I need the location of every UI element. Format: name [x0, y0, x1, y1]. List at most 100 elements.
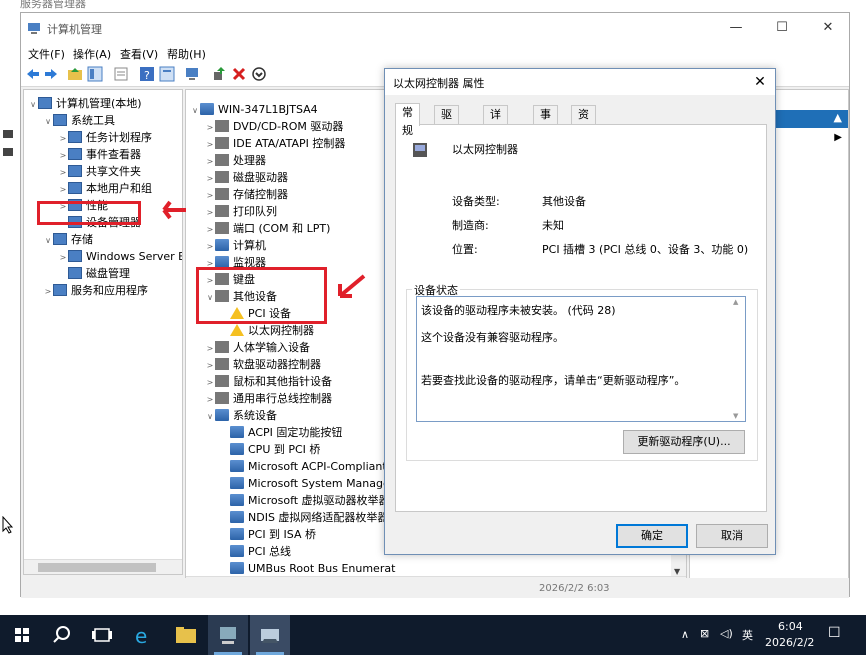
task-view-icon[interactable]	[82, 615, 122, 655]
device-tree-item[interactable]: UMBus Root Bus Enumerat	[220, 560, 395, 577]
collapsed-chevron-icon[interactable]: >	[205, 357, 215, 374]
ok-button[interactable]: 确定	[616, 524, 688, 548]
tab-details[interactable]: 详细信息	[483, 105, 508, 175]
device-tree-item[interactable]: Microsoft System Managem	[220, 475, 400, 492]
collapsed-chevron-icon[interactable]: >	[58, 130, 68, 147]
help-icon[interactable]: ?	[139, 66, 155, 82]
scroll-down-icon[interactable]: ▼	[674, 567, 680, 576]
device-tree-item[interactable]: CPU 到 PCI 桥	[220, 441, 320, 458]
back-arrow-icon[interactable]	[25, 66, 41, 82]
device-tree-item[interactable]: > 磁盘驱动器	[205, 169, 288, 186]
console-tree-item[interactable]: > 共享文件夹	[58, 163, 141, 180]
dialog-close-icon[interactable]: ✕	[745, 69, 775, 95]
file-explorer-icon[interactable]	[166, 615, 206, 655]
console-tree-item[interactable]: > 任务计划程序	[58, 129, 152, 146]
expanded-chevron-icon[interactable]: ∨	[190, 102, 200, 119]
tab-driver[interactable]: 驱动程序	[434, 105, 459, 175]
expanded-chevron-icon[interactable]: ∨	[28, 96, 38, 113]
device-tree-item[interactable]: ∨ 系统设备	[205, 407, 277, 424]
collapsed-chevron-icon[interactable]: >	[58, 181, 68, 198]
tray-chevron-icon[interactable]: ∧	[681, 628, 689, 641]
device-tree-item[interactable]: PCI 到 ISA 桥	[220, 526, 316, 543]
device-tree-item[interactable]: NDIS 虚拟网络适配器枚举器	[220, 509, 388, 526]
device-tree-item[interactable]: > 鼠标和其他指针设备	[205, 373, 332, 390]
forward-arrow-icon[interactable]	[43, 66, 59, 82]
device-tree-item[interactable]: > 计算机	[205, 237, 266, 254]
console-tree-item[interactable]: ∨ 存储	[43, 231, 93, 248]
device-tree-item[interactable]: ∨ WIN-347L1BJTSA4	[190, 101, 318, 118]
status-scrollbar[interactable]: ▲ ▼	[730, 298, 744, 420]
expanded-chevron-icon[interactable]: ∨	[205, 408, 215, 425]
ime-indicator[interactable]: 英	[742, 627, 753, 643]
expanded-chevron-icon[interactable]: ∨	[43, 232, 53, 249]
console-tree-item[interactable]: 磁盘管理	[58, 265, 130, 282]
computer-management-taskbar-icon[interactable]	[250, 615, 290, 655]
device-tree-item[interactable]: > 人体学输入设备	[205, 339, 310, 356]
window-titlebar[interactable]: 计算机管理 — ☐ ✕	[21, 13, 849, 43]
collapse-up-icon[interactable]: ▲	[834, 111, 842, 124]
cancel-button[interactable]: 取消	[696, 524, 768, 548]
collapsed-chevron-icon[interactable]: >	[205, 153, 215, 170]
notification-icon[interactable]: ☐	[828, 625, 841, 641]
minimize-button[interactable]: —	[713, 13, 759, 43]
collapsed-chevron-icon[interactable]: >	[58, 249, 68, 266]
device-tree-item[interactable]: Microsoft 虚拟驱动器枚举器	[220, 492, 390, 509]
console-tree-item[interactable]: ∨ 系统工具	[43, 112, 115, 129]
device-tree-item[interactable]: PCI 总线	[220, 543, 291, 560]
console-tree-item[interactable]: > Windows Server Back	[58, 248, 182, 266]
tab-general[interactable]: 常规	[395, 103, 420, 137]
device-tree-item[interactable]: > 处理器	[205, 152, 266, 169]
search-icon[interactable]	[42, 615, 82, 655]
more-actions-icon[interactable]: ▶	[834, 132, 842, 143]
device-tree-item[interactable]: > 软盘驱动器控制器	[205, 356, 321, 373]
device-tree-item[interactable]: > 打印队列	[205, 203, 277, 220]
collapsed-chevron-icon[interactable]: >	[205, 136, 215, 153]
show-hide-tree-icon[interactable]	[87, 66, 103, 82]
scroll-up-icon[interactable]: ▲	[733, 298, 738, 306]
tab-resources[interactable]: 资源	[571, 105, 596, 139]
scan-hardware-icon[interactable]	[185, 66, 201, 82]
left-horizontal-scrollbar[interactable]	[24, 559, 182, 574]
collapsed-chevron-icon[interactable]: >	[205, 238, 215, 255]
collapsed-chevron-icon[interactable]: >	[205, 391, 215, 408]
volume-icon[interactable]: ◁)	[720, 627, 733, 640]
device-tree-item[interactable]: > 存储控制器	[205, 186, 288, 203]
console-tree-item[interactable]: > 事件查看器	[58, 146, 141, 163]
collapsed-chevron-icon[interactable]: >	[205, 340, 215, 357]
internet-explorer-icon[interactable]: e	[124, 615, 164, 655]
update-driver-icon[interactable]	[211, 66, 227, 82]
device-tree-item[interactable]: ACPI 固定功能按钮	[220, 424, 342, 441]
dialog-titlebar[interactable]: 以太网控制器 属性 ✕	[385, 69, 775, 95]
device-tree-item[interactable]: > DVD/CD-ROM 驱动器	[205, 118, 343, 135]
server-manager-icon[interactable]	[208, 615, 248, 655]
uninstall-icon[interactable]	[231, 66, 247, 82]
device-tree-item[interactable]: > 通用串行总线控制器	[205, 390, 332, 407]
console-tree-item[interactable]: ∨ 计算机管理(本地)	[28, 95, 142, 112]
collapsed-chevron-icon[interactable]: >	[205, 119, 215, 136]
up-folder-icon[interactable]	[67, 66, 83, 82]
collapsed-chevron-icon[interactable]: >	[58, 164, 68, 181]
device-tree-item[interactable]: > IDE ATA/ATAPI 控制器	[205, 135, 345, 152]
collapsed-chevron-icon[interactable]: >	[43, 283, 53, 300]
collapsed-chevron-icon[interactable]: >	[205, 374, 215, 391]
properties-icon[interactable]	[159, 66, 175, 82]
device-tree-item[interactable]: > 端口 (COM 和 LPT)	[205, 220, 330, 237]
tab-events[interactable]: 事件	[533, 105, 558, 139]
collapsed-chevron-icon[interactable]: >	[205, 187, 215, 204]
left-scroll-thumb[interactable]	[38, 563, 156, 572]
menu-action[interactable]: 操作(A)	[73, 46, 111, 62]
update-driver-button[interactable]: 更新驱动程序(U)...	[623, 430, 745, 454]
expanded-chevron-icon[interactable]: ∨	[43, 113, 53, 130]
console-tree-item[interactable]: > 本地用户和组	[58, 180, 152, 197]
close-button[interactable]: ✕	[805, 13, 851, 43]
console-tree-item[interactable]: > 服务和应用程序	[43, 282, 148, 299]
scroll-down-icon[interactable]: ▼	[733, 412, 738, 420]
collapsed-chevron-icon[interactable]: >	[205, 221, 215, 238]
disable-device-icon[interactable]	[251, 66, 267, 82]
start-icon[interactable]	[2, 615, 42, 655]
clock-date[interactable]: 2026/2/2	[765, 636, 814, 649]
device-tree-item[interactable]: 以太网控制器	[220, 322, 314, 339]
menu-help[interactable]: 帮助(H)	[167, 46, 206, 62]
clock-time[interactable]: 6:04	[778, 620, 803, 633]
maximize-button[interactable]: ☐	[759, 13, 805, 43]
